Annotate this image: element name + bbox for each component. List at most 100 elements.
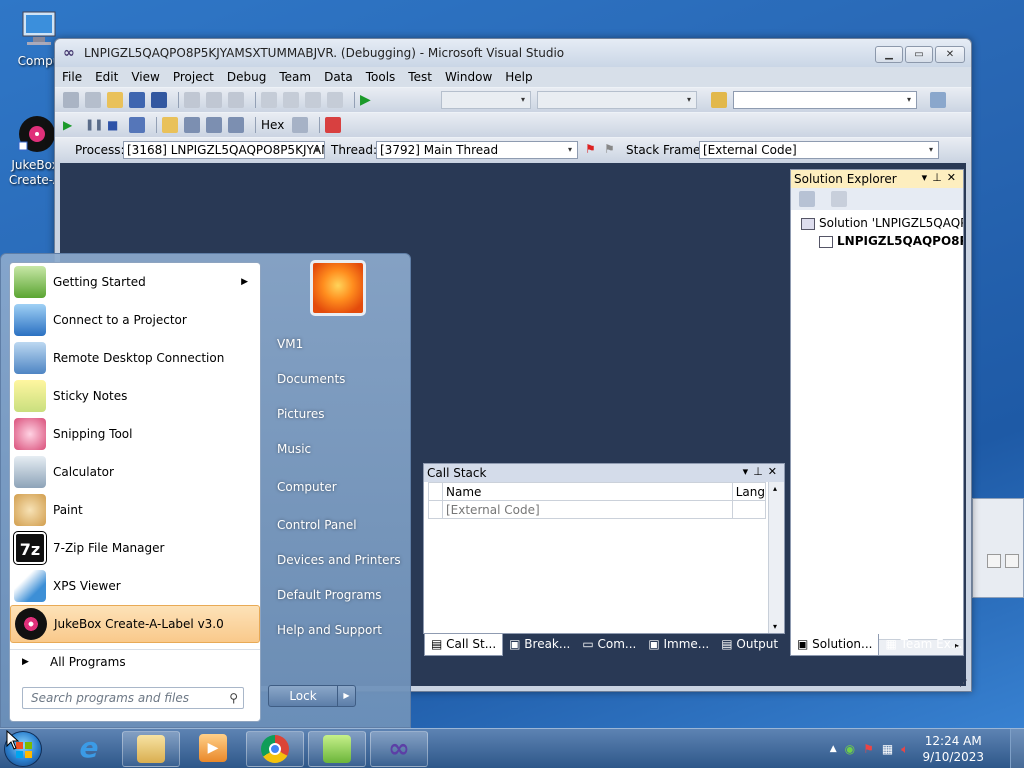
program-paint[interactable]: Paint xyxy=(10,491,260,529)
start-debugging-icon[interactable]: ▶ xyxy=(360,92,376,108)
menu-data[interactable]: Data xyxy=(324,70,353,84)
link-music[interactable]: Music xyxy=(277,442,311,456)
taskbar-media-player-button[interactable]: ▶ xyxy=(184,731,242,767)
title-bar[interactable]: ∞ LNPIGZL5QAQPO8P5KJYAMSXTUMMABJVR. (Deb… xyxy=(55,39,971,67)
link-help-support[interactable]: Help and Support xyxy=(277,623,382,637)
properties-icon[interactable] xyxy=(799,191,815,207)
taskbar-explorer-button[interactable] xyxy=(122,731,180,767)
solution-explorer-toolbar-icon[interactable] xyxy=(930,92,946,108)
pane-dropdown-icon[interactable]: ▾ xyxy=(922,171,933,184)
tab-output[interactable]: ▤ Output xyxy=(715,634,784,656)
project-node[interactable]: LNPIGZL5QAQPO8P5I xyxy=(801,232,963,250)
action-center-flag-icon[interactable]: ⚑ xyxy=(863,742,874,756)
hex-toggle-button[interactable]: Hex xyxy=(261,118,284,132)
menu-tools[interactable]: Tools xyxy=(366,70,396,84)
call-stack-header[interactable]: Call Stack ▾⊥✕ xyxy=(424,464,784,482)
menu-test[interactable]: Test xyxy=(408,70,432,84)
solution-explorer-header[interactable]: Solution Explorer ▾⊥✕ xyxy=(791,170,963,188)
paste-icon[interactable] xyxy=(228,92,244,108)
link-devices-printers[interactable]: Devices and Printers xyxy=(277,553,401,567)
menu-help[interactable]: Help xyxy=(505,70,532,84)
clock[interactable]: 12:24 AM 9/10/2023 xyxy=(922,733,984,765)
restart-icon[interactable] xyxy=(129,117,145,133)
scroll-up-icon[interactable]: ▴ xyxy=(773,484,777,493)
link-computer[interactable]: Computer xyxy=(277,480,337,494)
program-calculator[interactable]: Calculator xyxy=(10,453,260,491)
flag-all-icon[interactable]: ⚑ xyxy=(604,142,620,158)
menu-debug[interactable]: Debug xyxy=(227,70,266,84)
pin-icon[interactable]: ⊥ xyxy=(932,171,947,184)
tab-call-stack[interactable]: ▤ Call St... xyxy=(424,634,504,656)
tab-command-window[interactable]: ▭ Com... xyxy=(576,634,642,656)
background-window[interactable] xyxy=(972,498,1024,598)
menu-project[interactable]: Project xyxy=(173,70,214,84)
minimize-button[interactable]: ▁ xyxy=(875,46,903,63)
search-input[interactable]: Search programs and files ⚲ xyxy=(22,687,244,709)
close-button[interactable]: ✕ xyxy=(935,46,965,63)
pane-close-icon[interactable]: ✕ xyxy=(768,465,782,478)
continue-icon[interactable]: ▶ xyxy=(63,117,79,133)
menu-team[interactable]: Team xyxy=(279,70,311,84)
open-folder-icon[interactable] xyxy=(107,92,123,108)
maximize-button[interactable]: ▭ xyxy=(905,46,933,63)
break-all-icon[interactable]: ❚❚ xyxy=(85,117,103,133)
show-desktop-button[interactable] xyxy=(1010,729,1024,768)
find-combo[interactable]: ▾ xyxy=(733,91,917,109)
tab-team-explorer[interactable]: ▦ Team Ex... xyxy=(879,634,968,656)
program-jukebox[interactable]: JukeBox Create-A-Label v3.0 xyxy=(10,605,260,643)
save-icon[interactable] xyxy=(129,92,145,108)
program-connect-to-projector[interactable]: Connect to a Projector xyxy=(10,301,260,339)
show-next-statement-icon[interactable] xyxy=(162,117,178,133)
network-sync-icon[interactable]: ◉ xyxy=(845,742,855,756)
breakpoints-window-icon[interactable] xyxy=(325,117,342,133)
taskbar-chrome-button[interactable] xyxy=(246,731,304,767)
shutdown-options-arrow-icon[interactable]: ▶ xyxy=(337,686,355,706)
navigate-back-icon[interactable] xyxy=(305,92,321,108)
tab-solution-explorer[interactable]: ▣ Solution... xyxy=(790,634,880,656)
stack-frame-dropdown[interactable]: [External Code] ▾ xyxy=(699,141,939,159)
program-snipping-tool[interactable]: Snipping Tool xyxy=(10,415,260,453)
step-over-icon[interactable] xyxy=(206,117,222,133)
copy-icon[interactable] xyxy=(206,92,222,108)
solution-explorer-pane[interactable]: Solution Explorer ▾⊥✕ Solution 'LNPIGZL5… xyxy=(790,169,964,656)
solution-platform-dropdown[interactable]: ▾ xyxy=(537,91,697,109)
pane-close-icon[interactable]: ✕ xyxy=(947,171,961,184)
flag-icon[interactable]: ⚑ xyxy=(585,142,601,158)
program-7zip[interactable]: 7z 7-Zip File Manager xyxy=(10,529,260,567)
all-programs-button[interactable]: ▶ All Programs xyxy=(10,649,260,673)
table-row[interactable]: [External Code] xyxy=(428,500,767,519)
link-control-panel[interactable]: Control Panel xyxy=(277,518,357,532)
link-default-programs[interactable]: Default Programs xyxy=(277,588,382,602)
program-remote-desktop[interactable]: Remote Desktop Connection xyxy=(10,339,260,377)
network-icon[interactable]: ▦ xyxy=(882,742,893,756)
lock-button[interactable]: Lock ▶ xyxy=(268,685,356,707)
volume-muted-icon[interactable]: 🔈︎ xyxy=(901,742,908,757)
menu-view[interactable]: View xyxy=(131,70,159,84)
link-pictures[interactable]: Pictures xyxy=(277,407,325,421)
cut-icon[interactable] xyxy=(184,92,200,108)
tab-breakpoints[interactable]: ▣ Break... xyxy=(503,634,576,656)
call-stack-pane[interactable]: Call Stack ▾⊥✕ Name Lang [External Code]… xyxy=(423,463,785,634)
undo-icon[interactable] xyxy=(261,92,277,108)
step-into-icon[interactable] xyxy=(184,117,200,133)
pin-icon[interactable]: ⊥ xyxy=(753,465,768,478)
show-all-files-icon[interactable] xyxy=(831,191,847,207)
show-threads-icon[interactable] xyxy=(292,117,309,133)
save-all-icon[interactable] xyxy=(151,92,167,108)
link-user-folder[interactable]: VM1 xyxy=(277,337,303,351)
vertical-scrollbar[interactable]: ▴ ▾ xyxy=(768,482,784,633)
taskbar-app-button[interactable] xyxy=(308,731,366,767)
program-xps-viewer[interactable]: XPS Viewer xyxy=(10,567,260,605)
taskbar-ie-button[interactable]: e xyxy=(60,731,118,767)
resize-grip-icon[interactable]: ⋰ xyxy=(959,679,968,689)
process-dropdown[interactable]: [3168] LNPIGZL5QAQPO8P5KJYAM ▾ xyxy=(123,141,325,159)
find-in-files-icon[interactable] xyxy=(711,92,727,108)
scroll-down-icon[interactable]: ▾ xyxy=(773,622,777,631)
program-sticky-notes[interactable]: Sticky Notes xyxy=(10,377,260,415)
user-avatar[interactable] xyxy=(310,260,366,316)
menu-window[interactable]: Window xyxy=(445,70,492,84)
column-header-lang[interactable]: Lang xyxy=(731,482,767,501)
redo-icon[interactable] xyxy=(283,92,299,108)
step-out-icon[interactable] xyxy=(228,117,244,133)
add-item-icon[interactable] xyxy=(85,92,101,108)
